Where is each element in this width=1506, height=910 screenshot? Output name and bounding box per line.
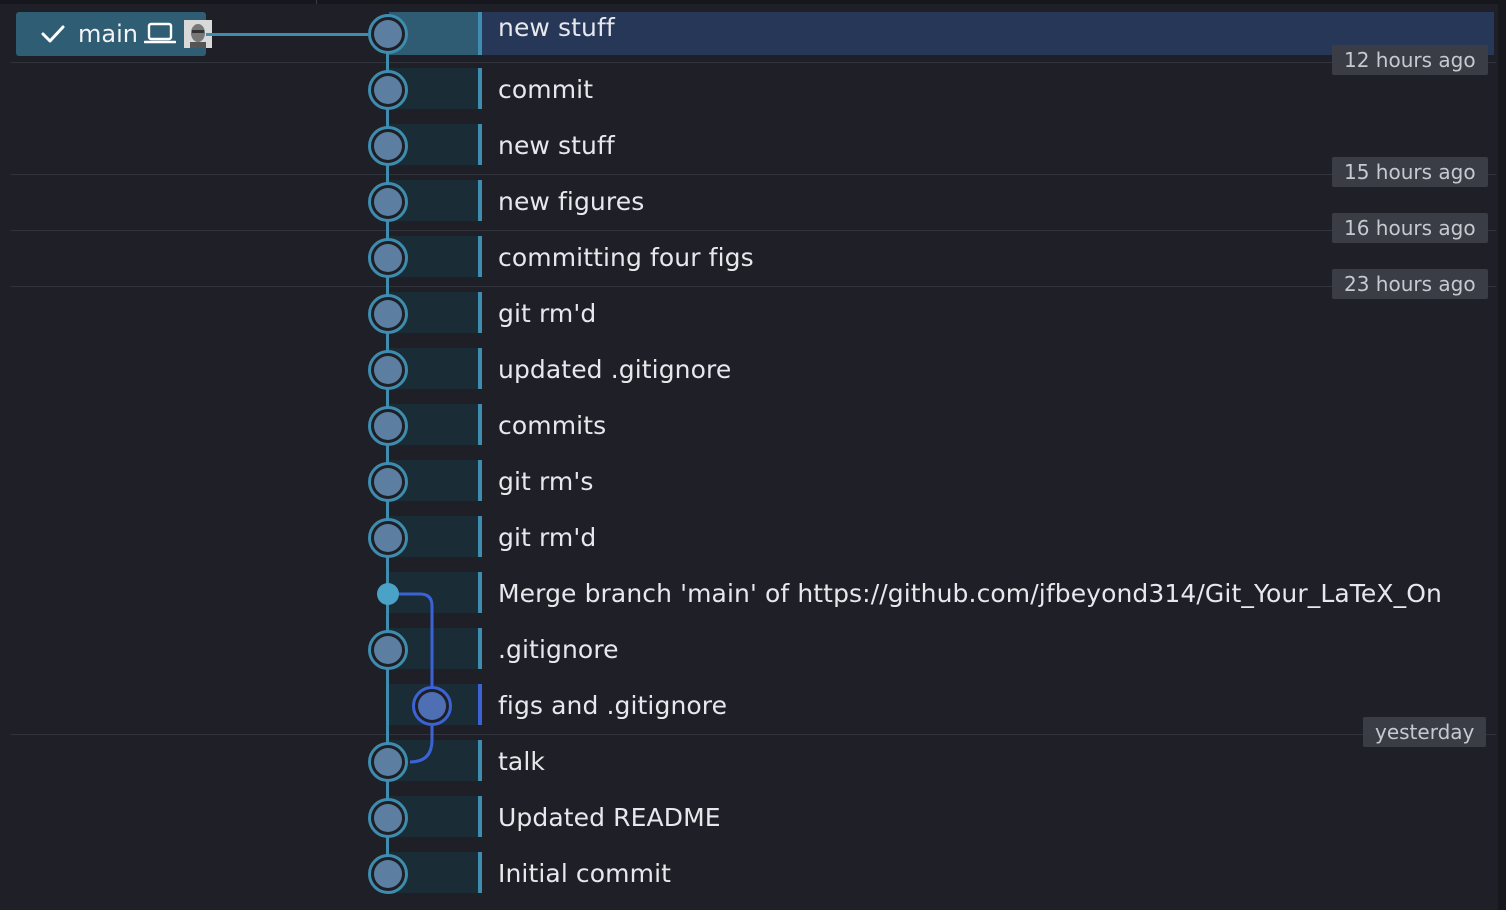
commit-graph: new stuff commit new stuff new figures c… xyxy=(0,0,1506,910)
commit-node-avatar[interactable] xyxy=(368,238,408,278)
commit-node-avatar[interactable] xyxy=(368,630,408,670)
commit-node-avatar[interactable] xyxy=(368,182,408,222)
commit-node-avatar[interactable] xyxy=(368,14,408,54)
commit-node-avatar[interactable] xyxy=(368,350,408,390)
commit-node-avatar[interactable] xyxy=(368,742,408,782)
merge-node[interactable] xyxy=(377,583,399,605)
commit-node-avatar[interactable] xyxy=(368,798,408,838)
commit-node-avatar[interactable] xyxy=(368,70,408,110)
commit-node-avatar[interactable] xyxy=(368,294,408,334)
branch-lane-svg xyxy=(388,592,434,764)
commit-node-avatar[interactable] xyxy=(368,406,408,446)
commit-node-avatar[interactable] xyxy=(368,854,408,894)
commit-node-avatar[interactable] xyxy=(368,462,408,502)
commit-node-avatar[interactable] xyxy=(368,518,408,558)
commit-node-avatar[interactable] xyxy=(368,126,408,166)
side-branch-line xyxy=(388,592,434,764)
commit-node-avatar[interactable] xyxy=(412,686,452,726)
